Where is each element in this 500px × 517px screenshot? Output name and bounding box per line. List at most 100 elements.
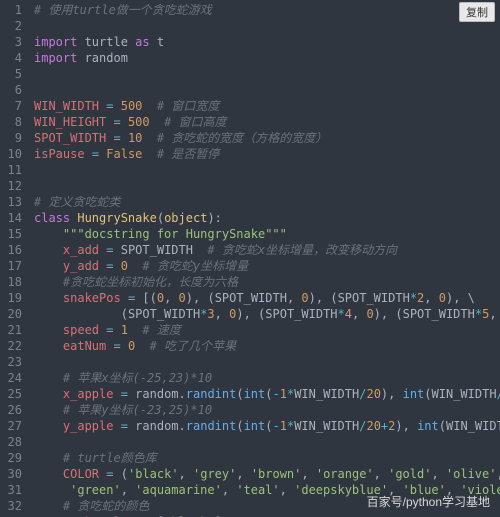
token: , bbox=[280, 483, 294, 497]
code-line[interactable]: isPause = False # 是否暂停 bbox=[34, 147, 500, 163]
token: ( bbox=[330, 291, 337, 305]
token: speed bbox=[63, 323, 99, 337]
code-line[interactable]: # 定义贪吃蛇类 bbox=[34, 195, 500, 211]
token bbox=[34, 275, 63, 289]
code-line[interactable] bbox=[34, 83, 500, 99]
line-number: 7 bbox=[0, 99, 28, 115]
token: 1 bbox=[280, 419, 287, 433]
token bbox=[121, 115, 128, 129]
watermark-text: 百家号/python学习基地 bbox=[367, 495, 490, 511]
code-line[interactable] bbox=[34, 67, 500, 83]
token: , bbox=[381, 307, 395, 321]
token: , bbox=[496, 467, 500, 481]
token: # 窗口宽度 bbox=[157, 99, 219, 113]
code-line[interactable]: WIN_HEIGHT = 500 # 窗口高度 bbox=[34, 115, 500, 131]
token: , bbox=[222, 483, 236, 497]
token: import bbox=[34, 51, 77, 65]
token: isPause bbox=[34, 147, 85, 161]
line-number: 19 bbox=[0, 291, 28, 307]
code-line[interactable] bbox=[34, 163, 500, 179]
line-number: 15 bbox=[0, 227, 28, 243]
code-line[interactable]: WIN_WIDTH = 500 # 窗口宽度 bbox=[34, 99, 500, 115]
token: , bbox=[121, 483, 135, 497]
token: random bbox=[128, 387, 179, 401]
token: 0 bbox=[366, 307, 373, 321]
code-line[interactable]: x_apple = random.randint(int(-1*WIN_WIDT… bbox=[34, 387, 500, 403]
token: # 贪吃蛇的宽度（方格的宽度） bbox=[157, 131, 327, 145]
code-line[interactable] bbox=[34, 355, 500, 371]
code-line[interactable]: y_add = 0 # 贪吃蛇y坐标增量 bbox=[34, 259, 500, 275]
token: object bbox=[164, 211, 207, 225]
code-line[interactable]: #贪吃蛇坐标初始化，长度为六格 bbox=[34, 275, 500, 291]
code-line[interactable]: import turtle as t bbox=[34, 35, 500, 51]
code-line[interactable]: # turtle颜色库 bbox=[34, 451, 500, 467]
code-line[interactable]: """docstring for HungrySnake""" bbox=[34, 227, 500, 243]
token: int bbox=[244, 419, 266, 433]
token: WIN_WIDTH bbox=[432, 387, 497, 401]
token bbox=[34, 403, 63, 417]
line-number-gutter: 1234567891011121314151617181920212223242… bbox=[0, 0, 28, 517]
token bbox=[121, 339, 128, 353]
token bbox=[128, 259, 142, 273]
token: ( bbox=[207, 291, 214, 305]
line-number: 4 bbox=[0, 51, 28, 67]
code-line[interactable] bbox=[34, 19, 500, 35]
code-line[interactable]: SPOT_WIDTH = 10 # 贪吃蛇的宽度（方格的宽度） bbox=[34, 131, 500, 147]
code-editor: 复制 1234567891011121314151617181920212223… bbox=[0, 0, 500, 517]
line-number: 16 bbox=[0, 243, 28, 259]
code-line[interactable]: x_add = SPOT_WIDTH # 贪吃蛇x坐标增量，改变移动方向 bbox=[34, 243, 500, 259]
token: 4 bbox=[345, 307, 352, 321]
code-line[interactable]: import random bbox=[34, 51, 500, 67]
code-line[interactable]: class HungrySnake(object): bbox=[34, 211, 500, 227]
code-line[interactable]: # 使用turtle做一个贪吃蛇游戏 bbox=[34, 3, 500, 19]
token: ) bbox=[186, 291, 193, 305]
code-area[interactable]: # 使用turtle做一个贪吃蛇游戏 import turtle as timpo… bbox=[34, 0, 500, 517]
code-line[interactable]: eatNum = 0 # 吃了几个苹果 bbox=[34, 339, 500, 355]
token: ) bbox=[207, 211, 214, 225]
token bbox=[113, 419, 120, 433]
token: # 贪吃蛇y坐标增量 bbox=[142, 259, 248, 273]
token: y_apple bbox=[63, 419, 114, 433]
code-line[interactable]: snakePos = [(0, 0), (SPOT_WIDTH, 0), (SP… bbox=[34, 291, 500, 307]
token: SPOT_WIDTH bbox=[338, 291, 410, 305]
token bbox=[34, 259, 63, 273]
token: . bbox=[179, 387, 186, 401]
token: SPOT_WIDTH bbox=[128, 307, 200, 321]
code-line[interactable] bbox=[34, 179, 500, 195]
code-line[interactable]: # 苹果x坐标(-25,23)*10 bbox=[34, 371, 500, 387]
token: - bbox=[273, 387, 280, 401]
token: , bbox=[431, 467, 445, 481]
line-number: 3 bbox=[0, 35, 28, 51]
token bbox=[85, 147, 92, 161]
token: = bbox=[106, 243, 113, 257]
token: WIN_WIDTH bbox=[294, 419, 359, 433]
token: False bbox=[106, 147, 142, 161]
token bbox=[34, 499, 63, 513]
token: randint bbox=[186, 419, 237, 433]
token: SPOT_WIDTH bbox=[215, 291, 287, 305]
token: # 速度 bbox=[142, 323, 180, 337]
code-line[interactable]: (SPOT_WIDTH*3, 0), (SPOT_WIDTH*4, 0), (S… bbox=[34, 307, 500, 323]
token: = bbox=[106, 467, 113, 481]
line-number: 27 bbox=[0, 419, 28, 435]
token: # 吃了几个苹果 bbox=[150, 339, 236, 353]
token: 0 bbox=[157, 291, 164, 305]
line-number: 8 bbox=[0, 115, 28, 131]
token: , bbox=[236, 467, 250, 481]
token: 'orange' bbox=[316, 467, 374, 481]
code-line[interactable]: speed = 1 # 速度 bbox=[34, 323, 500, 339]
line-number: 1 bbox=[0, 3, 28, 19]
token bbox=[34, 227, 63, 241]
code-line[interactable] bbox=[34, 435, 500, 451]
token: #贪吃蛇坐标初始化，长度为六格 bbox=[63, 275, 238, 289]
code-line[interactable]: COLOR = ('black', 'grey', 'brown', 'oran… bbox=[34, 467, 500, 483]
token: = bbox=[106, 99, 113, 113]
code-line[interactable]: # 苹果y坐标(-23,25)*10 bbox=[34, 403, 500, 419]
token: 20 bbox=[366, 387, 380, 401]
token: 500 bbox=[121, 99, 143, 113]
token bbox=[106, 339, 113, 353]
token: 500 bbox=[128, 115, 150, 129]
line-number: 18 bbox=[0, 275, 28, 291]
token: """docstring for HungrySnake""" bbox=[63, 227, 287, 241]
code-line[interactable]: y_apple = random.randint(int(-1*WIN_WIDT… bbox=[34, 419, 500, 435]
